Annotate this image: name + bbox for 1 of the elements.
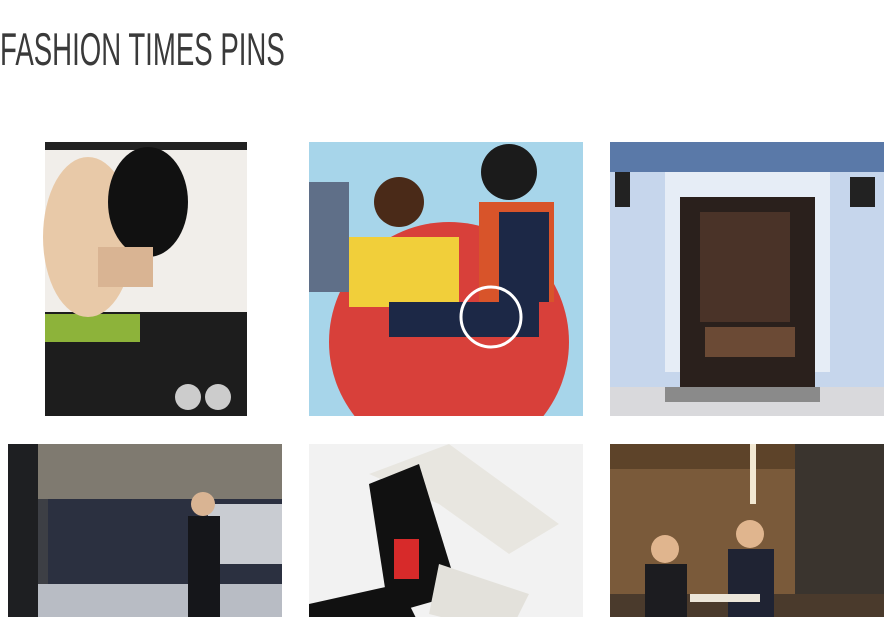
- page-title: FASHION TIMES PINS: [0, 22, 285, 76]
